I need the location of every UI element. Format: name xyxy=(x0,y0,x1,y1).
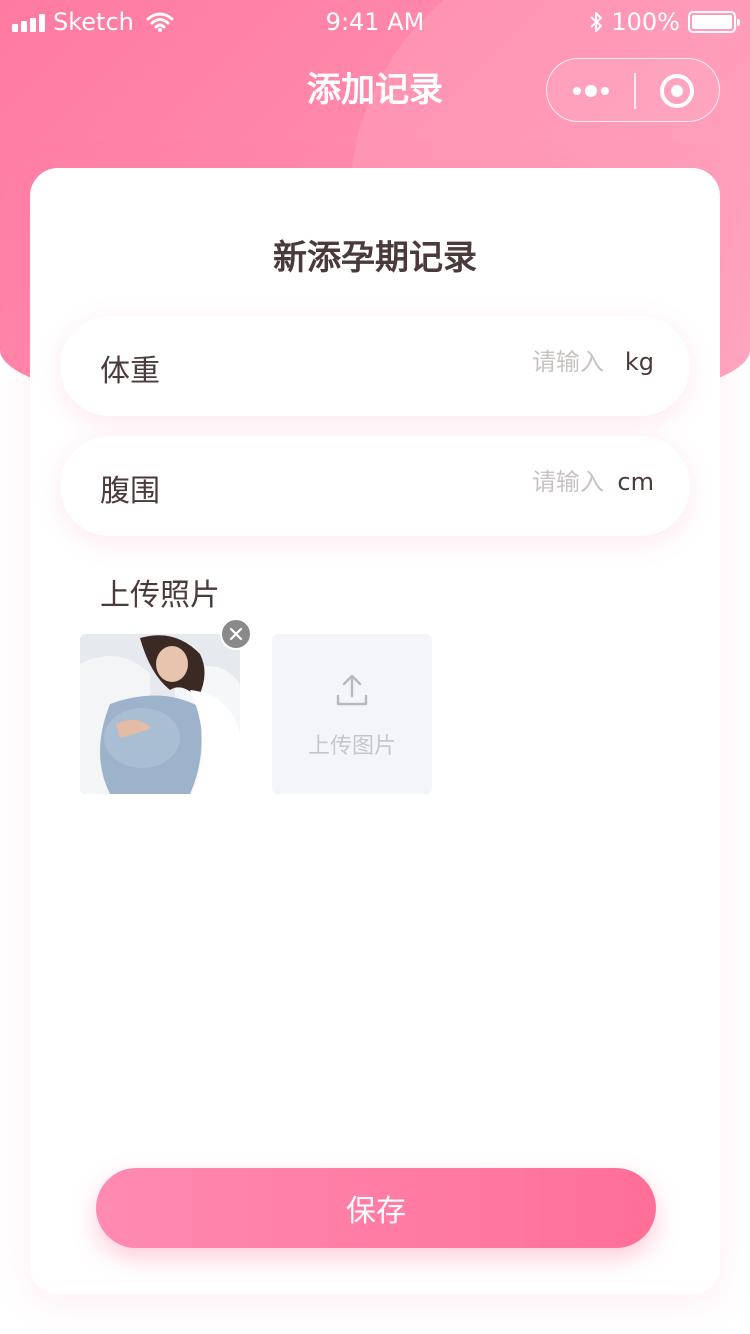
upload-label: 上传图片 xyxy=(307,734,396,759)
battery-percent: 100% xyxy=(611,8,680,36)
weight-label: 体重 xyxy=(100,354,160,389)
bluetooth-icon xyxy=(590,12,603,32)
weight-field[interactable]: 体重 kg xyxy=(60,316,690,416)
status-bar: Sketch 9:41 AM 100% xyxy=(0,0,750,44)
belly-unit: cm xyxy=(617,468,654,496)
photo-thumbnail xyxy=(80,634,240,794)
belly-label: 腹围 xyxy=(100,474,160,509)
uploaded-photo[interactable] xyxy=(80,634,240,794)
battery-icon xyxy=(688,11,740,33)
record-card: 新添孕期记录 体重 kg 腹围 cm 上传照片 xyxy=(30,168,720,1294)
close-icon xyxy=(229,627,243,641)
target-icon[interactable] xyxy=(659,73,695,109)
status-right: 100% xyxy=(589,8,740,36)
photos-label: 上传照片 xyxy=(100,578,220,613)
save-button[interactable]: 保存 xyxy=(96,1168,656,1248)
weight-input[interactable] xyxy=(444,348,604,376)
weight-unit: kg xyxy=(624,348,654,376)
mini-program-capsule xyxy=(546,58,720,122)
belly-field[interactable]: 腹围 cm xyxy=(60,436,690,536)
card-title: 新添孕期记录 xyxy=(273,238,477,278)
upload-icon xyxy=(336,674,368,706)
upload-image-button[interactable]: 上传图片 xyxy=(272,634,432,794)
belly-input[interactable] xyxy=(444,468,604,496)
more-dots-icon[interactable] xyxy=(571,79,615,103)
capsule-divider xyxy=(634,73,636,109)
remove-photo-button[interactable] xyxy=(220,618,252,650)
